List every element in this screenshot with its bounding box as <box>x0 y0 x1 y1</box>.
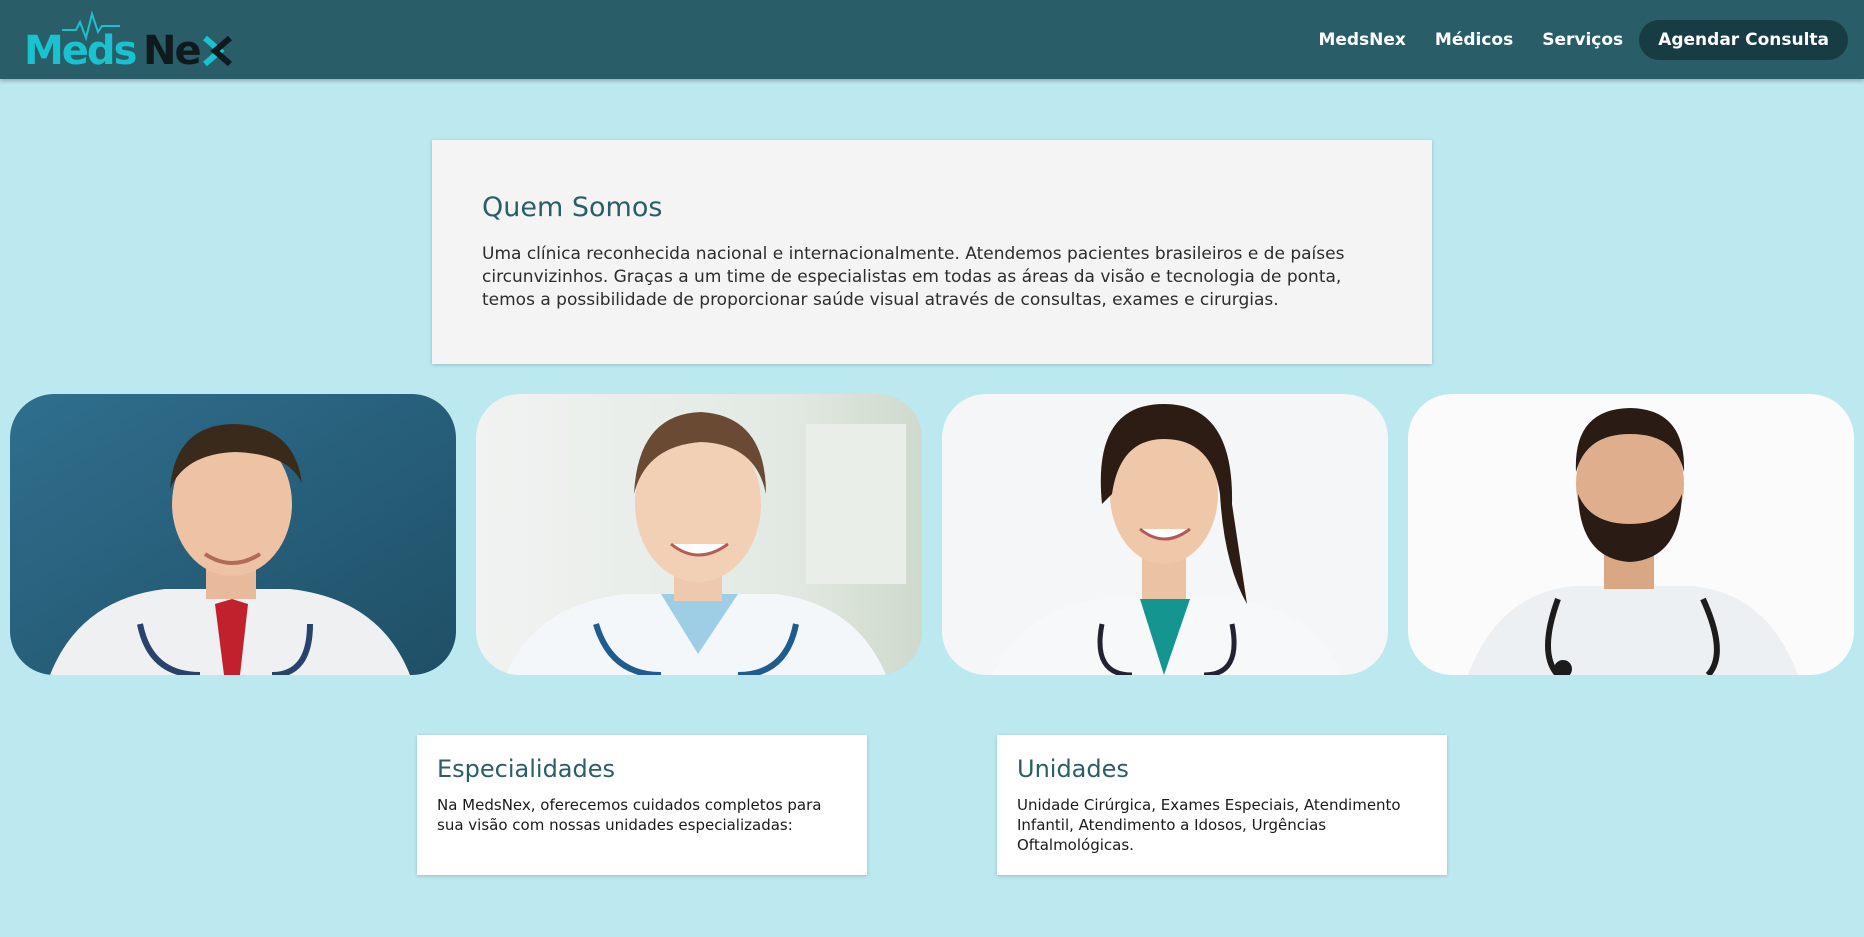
units-title: Unidades <box>1017 755 1129 783</box>
specialties-title: Especialidades <box>437 755 616 783</box>
logo-x-mark <box>203 35 232 67</box>
units-card: Unidades Unidade Cirúrgica, Exames Espec… <box>997 735 1447 875</box>
doctor-photo-4 <box>1408 394 1854 675</box>
about-text: Uma clínica reconhecida nacional e inter… <box>482 244 1345 310</box>
doctor-photo-2 <box>476 394 922 675</box>
main-nav: MedsNex Médicos Serviços Agendar Consult… <box>1289 20 1848 60</box>
doctor-photo-3 <box>942 394 1388 675</box>
specialties-card: Especialidades Na MedsNex, oferecemos cu… <box>417 735 867 875</box>
units-text: Unidade Cirúrgica, Exames Especiais, Ate… <box>1017 796 1401 854</box>
specialties-text: Na MedsNex, oferecemos cuidados completo… <box>437 796 822 834</box>
doctors-gallery <box>10 394 1854 675</box>
svg-text:Meds: Meds <box>24 28 136 70</box>
medsnex-logo[interactable]: Meds Ne <box>24 10 264 70</box>
doctor-photo-1 <box>10 394 456 675</box>
nav-link-medicos[interactable]: Médicos <box>1435 30 1513 50</box>
about-section: Quem Somos Uma clínica reconhecida nacio… <box>432 140 1432 364</box>
svg-text:Ne: Ne <box>143 28 200 70</box>
about-title: Quem Somos <box>482 192 663 223</box>
nav-link-servicos[interactable]: Serviços <box>1542 30 1623 50</box>
top-navbar: Meds Ne MedsNex Médicos Serviços Agendar… <box>0 0 1864 79</box>
nav-link-medsnex[interactable]: MedsNex <box>1318 30 1405 50</box>
schedule-appointment-button[interactable]: Agendar Consulta <box>1639 20 1848 60</box>
